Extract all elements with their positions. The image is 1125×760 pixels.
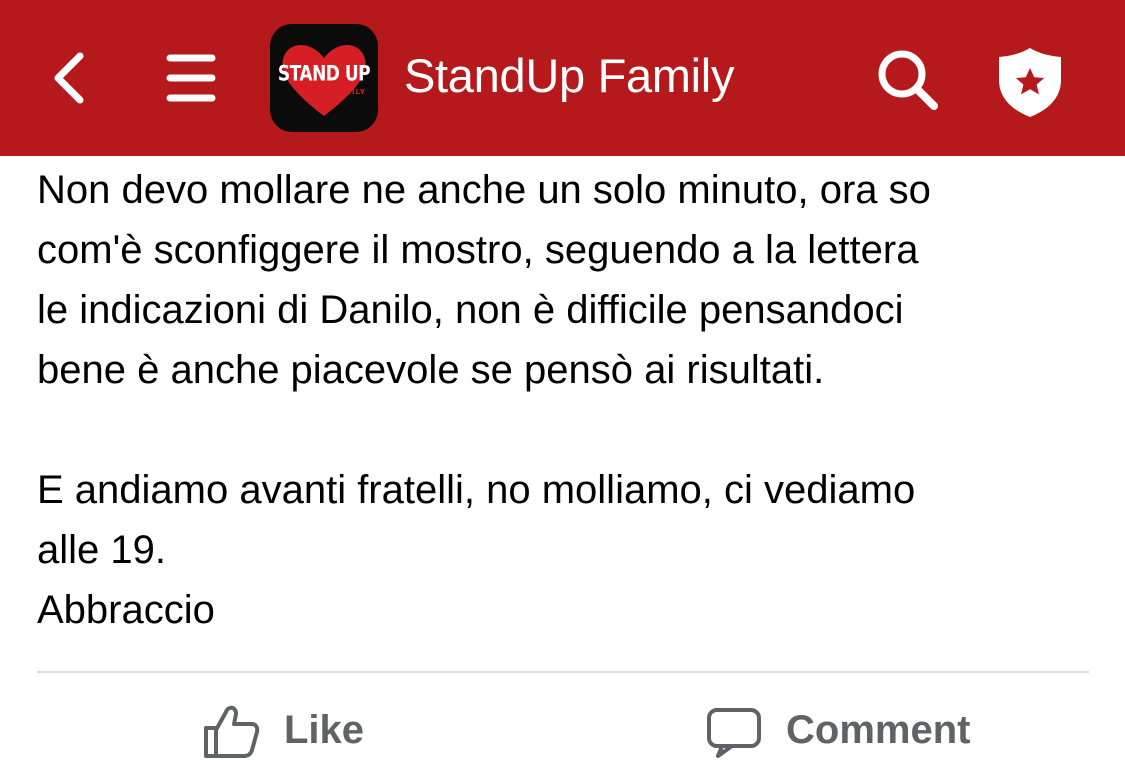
menu-button[interactable] — [160, 50, 224, 106]
search-button[interactable] — [872, 44, 944, 116]
comment-button[interactable]: Comment — [706, 700, 970, 760]
admin-shield-button[interactable] — [994, 44, 1066, 120]
like-label: Like — [284, 708, 365, 752]
actions-divider — [37, 671, 1089, 673]
search-icon — [878, 50, 938, 110]
hamburger-menu-icon — [166, 54, 216, 102]
thumbs-up-icon — [204, 705, 260, 758]
chevron-left-icon — [54, 52, 84, 104]
logo-text: STAND UP — [277, 61, 371, 87]
comment-icon — [707, 708, 761, 758]
shield-star-icon — [999, 48, 1061, 117]
group-title[interactable]: StandUp Family — [404, 44, 734, 108]
back-button[interactable] — [44, 46, 100, 110]
post-text: Non devo mollare ne anche un solo minuto… — [37, 160, 1097, 640]
group-logo[interactable]: STAND UP FAMILY — [270, 24, 378, 132]
post-paragraph: E andiamo avanti fratelli, no molliamo, … — [37, 468, 916, 632]
like-button[interactable]: Like — [200, 700, 364, 760]
logo-subtext: FAMILY — [332, 88, 366, 96]
app-header: STAND UP FAMILY StandUp Family — [0, 0, 1125, 156]
post-paragraph: Non devo mollare ne anche un solo minuto… — [37, 168, 931, 392]
comment-label: Comment — [786, 708, 971, 752]
